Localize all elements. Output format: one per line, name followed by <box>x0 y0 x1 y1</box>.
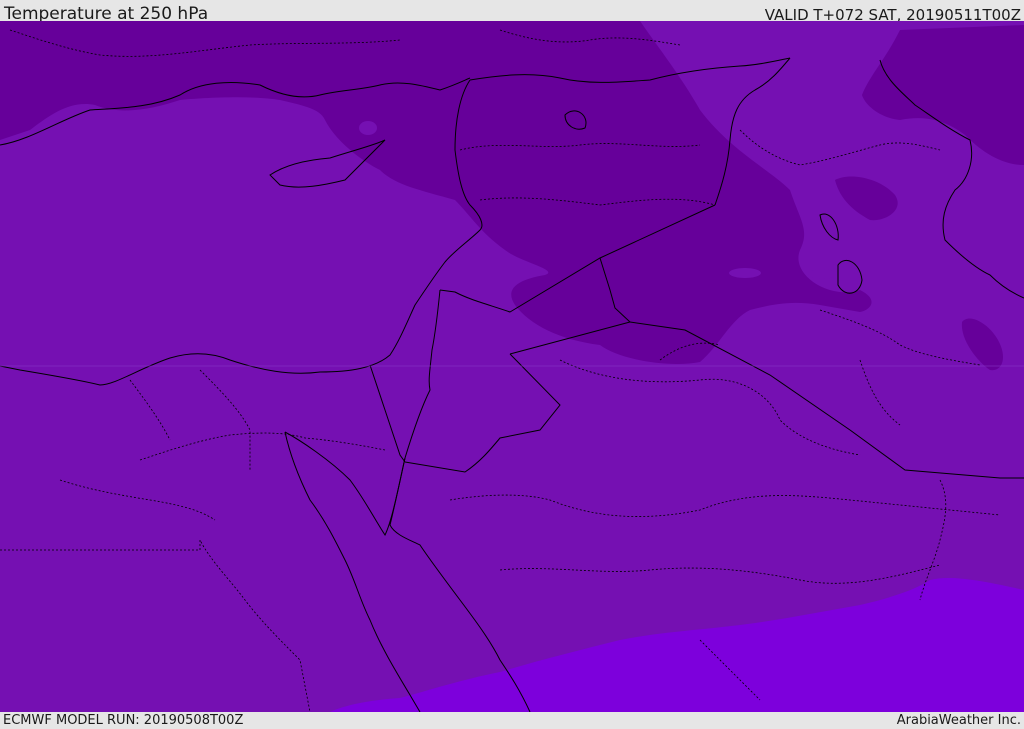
footer-bar: ECMWF MODEL RUN: 20190508T00Z ArabiaWeat… <box>0 712 1024 729</box>
temperature-field-gap-2 <box>729 268 761 278</box>
credit-label: ArabiaWeather Inc. <box>896 713 1021 728</box>
header-bar: Temperature at 250 hPa VALID T+072 SAT, … <box>0 0 1024 24</box>
model-run-label: ECMWF MODEL RUN: 20190508T00Z <box>3 713 244 728</box>
weather-map[interactable] <box>0 21 1024 712</box>
temperature-field-gap-3 <box>808 269 836 279</box>
temperature-field-gap-1 <box>359 121 377 135</box>
